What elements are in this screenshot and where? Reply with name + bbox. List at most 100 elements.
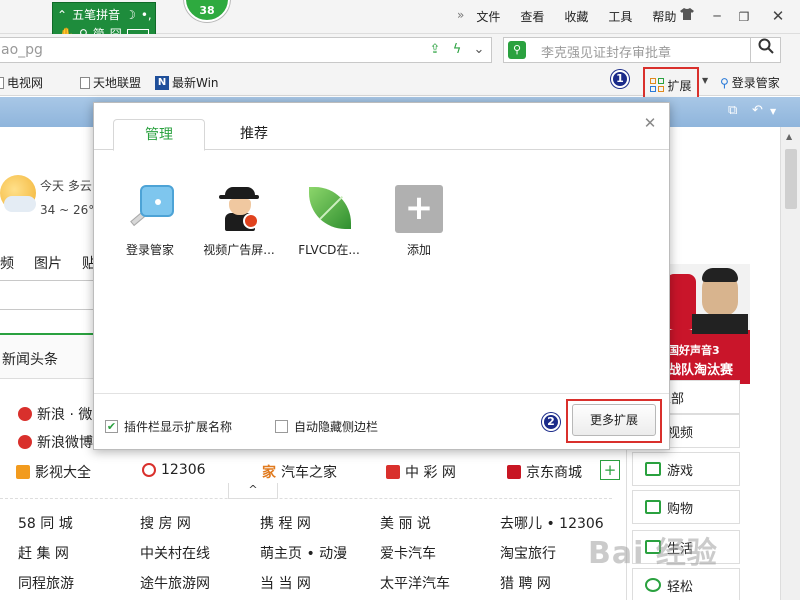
site-link[interactable]: 影视大全: [16, 462, 91, 482]
weibo-icon: [18, 435, 32, 449]
watermark: Bai 经验: [588, 536, 718, 571]
menu-help[interactable]: 帮助: [652, 8, 676, 25]
address-row: ao_pg ⇪ ϟ ⌄ ⚲ 李克强见证封存审批章: [0, 34, 800, 66]
tab-manage[interactable]: 管理: [113, 119, 205, 151]
extension-flvcd[interactable]: FLVCD在...: [287, 185, 371, 258]
site-link[interactable]: 58 同 城: [18, 513, 73, 533]
extensions-label: 扩展: [667, 78, 692, 93]
address-bar[interactable]: ao_pg ⇪ ϟ ⌄: [0, 37, 492, 63]
checkbox-unchecked-icon[interactable]: [275, 420, 288, 433]
site-link[interactable]: 途牛旅游网: [140, 573, 210, 593]
bookmark-item[interactable]: N 最新Win: [155, 74, 219, 91]
site-link[interactable]: 当 当 网: [260, 573, 311, 593]
extension-label: FLVCD在...: [298, 243, 360, 257]
bookmark-item[interactable]: 电视网: [0, 74, 43, 91]
jd-icon: [507, 465, 521, 479]
search-engine-icon[interactable]: ⚲: [508, 41, 526, 59]
more-extensions-highlight: 更多扩展: [566, 399, 662, 443]
ime-mode-label[interactable]: 五笔拼音: [72, 6, 120, 23]
key-small-icon: ⚲: [720, 75, 729, 90]
ad-line-2: 战队淘汰赛: [668, 363, 734, 378]
scroll-thumb[interactable]: [785, 149, 797, 209]
page-nav-item[interactable]: 图片: [34, 253, 62, 273]
close-window-button[interactable]: ✕: [767, 6, 789, 26]
page-nav-item[interactable]: 频: [0, 253, 14, 273]
site-link[interactable]: 太平洋汽车: [380, 573, 450, 593]
side-item-relax[interactable]: 轻松: [632, 568, 740, 600]
step-marker-1: 1: [611, 70, 629, 88]
site-link[interactable]: 同程旅游: [18, 573, 74, 593]
site-link[interactable]: 中 彩 网: [386, 462, 456, 482]
skin-shirt-icon[interactable]: [676, 6, 698, 26]
site-link[interactable]: 猎 聘 网: [500, 573, 551, 593]
page-scrollbar[interactable]: ▲: [780, 127, 800, 600]
back-arrow-icon[interactable]: ↶: [752, 103, 763, 118]
extension-login-manager[interactable]: 登录管家: [108, 185, 192, 258]
menu-file[interactable]: 文件: [476, 8, 500, 25]
share-icon[interactable]: ⇪: [427, 42, 443, 58]
side-item-shopping[interactable]: 购物: [632, 490, 740, 524]
step-marker-2: 2: [542, 413, 560, 431]
close-popup-button[interactable]: ✕: [642, 115, 658, 131]
back-dropdown-icon[interactable]: ▼: [770, 107, 776, 116]
section-divider: [0, 498, 612, 499]
chevron-down-icon[interactable]: ⌄: [471, 42, 487, 58]
side-item-games[interactable]: 游戏: [632, 452, 740, 486]
collapse-button[interactable]: ^: [228, 483, 278, 499]
login-manager-button[interactable]: ⚲ 登录管家: [720, 74, 780, 91]
site-link[interactable]: 中关村在线: [140, 543, 210, 563]
tab-recommend[interactable]: 推荐: [228, 119, 280, 151]
extensions-dropdown-icon[interactable]: ▼: [702, 76, 708, 85]
auto-hide-checkbox[interactable]: 自动隐藏侧边栏: [275, 418, 378, 435]
site-link[interactable]: 美 丽 说: [380, 513, 431, 533]
minimize-button[interactable]: ─: [706, 6, 728, 26]
site-link[interactable]: 12306: [142, 462, 206, 478]
checkbox-checked-icon[interactable]: ✔: [105, 420, 118, 433]
extension-video-ad-blocker[interactable]: 视频广告屏...: [197, 185, 281, 258]
site-link[interactable]: 京东商城: [507, 462, 582, 482]
add-site-button[interactable]: +: [600, 460, 620, 480]
menu-favorites[interactable]: 收藏: [564, 8, 588, 25]
site-link[interactable]: 搜 房 网: [140, 513, 191, 533]
ime-chevron-icon: ⌃: [57, 7, 68, 22]
site-link[interactable]: 淘宝旅行: [500, 543, 556, 563]
show-names-checkbox[interactable]: ✔ 插件栏显示扩展名称: [105, 418, 232, 435]
lightning-icon[interactable]: ϟ: [449, 42, 465, 58]
search-button[interactable]: [750, 37, 780, 63]
extensions-popup: 管理 推荐 ✕ 登录管家 视频广告屏... FLVCD在... + 添加 ✔ 插…: [93, 102, 670, 450]
site-link[interactable]: 新浪 · 微: [18, 404, 92, 424]
new-window-icon[interactable]: ⧉: [728, 103, 737, 118]
add-extension-button[interactable]: + 添加: [377, 185, 461, 258]
n-logo-icon: N: [155, 75, 169, 90]
site-link[interactable]: 家汽车之家: [262, 462, 337, 482]
ime-punct-icon[interactable]: •,: [141, 8, 152, 22]
bookmark-item[interactable]: 天地联盟: [80, 74, 141, 91]
weather-cloud-icon: [4, 196, 36, 212]
voice-show-ad[interactable]: 国好声音3 战队淘汰赛: [666, 264, 750, 384]
site-link[interactable]: 爱卡汽车: [380, 543, 436, 563]
menu-overflow-arrows[interactable]: »: [457, 8, 464, 25]
ime-moon-icon[interactable]: ☽: [125, 8, 136, 22]
site-link[interactable]: 携 程 网: [260, 513, 311, 533]
search-input[interactable]: 李克强见证封存审批章: [541, 42, 671, 61]
menu-bar: » 文件 查看 收藏 工具 帮助: [457, 8, 696, 25]
extension-label: 登录管家: [125, 243, 174, 257]
site-link[interactable]: 萌主页 • 动漫: [260, 543, 347, 563]
autohome-icon: 家: [262, 465, 276, 481]
site-link[interactable]: 新浪微博: [18, 432, 93, 452]
maximize-button[interactable]: ❐: [733, 6, 755, 26]
address-url[interactable]: ao_pg: [1, 42, 43, 58]
search-box[interactable]: ⚲ 李克强见证封存审批章: [503, 37, 781, 63]
weather-today[interactable]: 今天 多云: [40, 177, 92, 194]
more-extensions-button[interactable]: 更多扩展: [572, 404, 656, 436]
menu-view[interactable]: 查看: [520, 8, 544, 25]
page-search-input[interactable]: [0, 280, 96, 310]
site-link[interactable]: 赶 集 网: [18, 543, 69, 563]
scroll-up-icon[interactable]: ▲: [786, 132, 792, 141]
extension-label: 添加: [406, 243, 431, 257]
lottery-icon: [386, 465, 400, 479]
menu-tools[interactable]: 工具: [608, 8, 632, 25]
hao-icon: [16, 465, 30, 479]
news-head-tab[interactable]: 新闻头条: [0, 333, 96, 379]
weibo-icon: [18, 407, 32, 421]
